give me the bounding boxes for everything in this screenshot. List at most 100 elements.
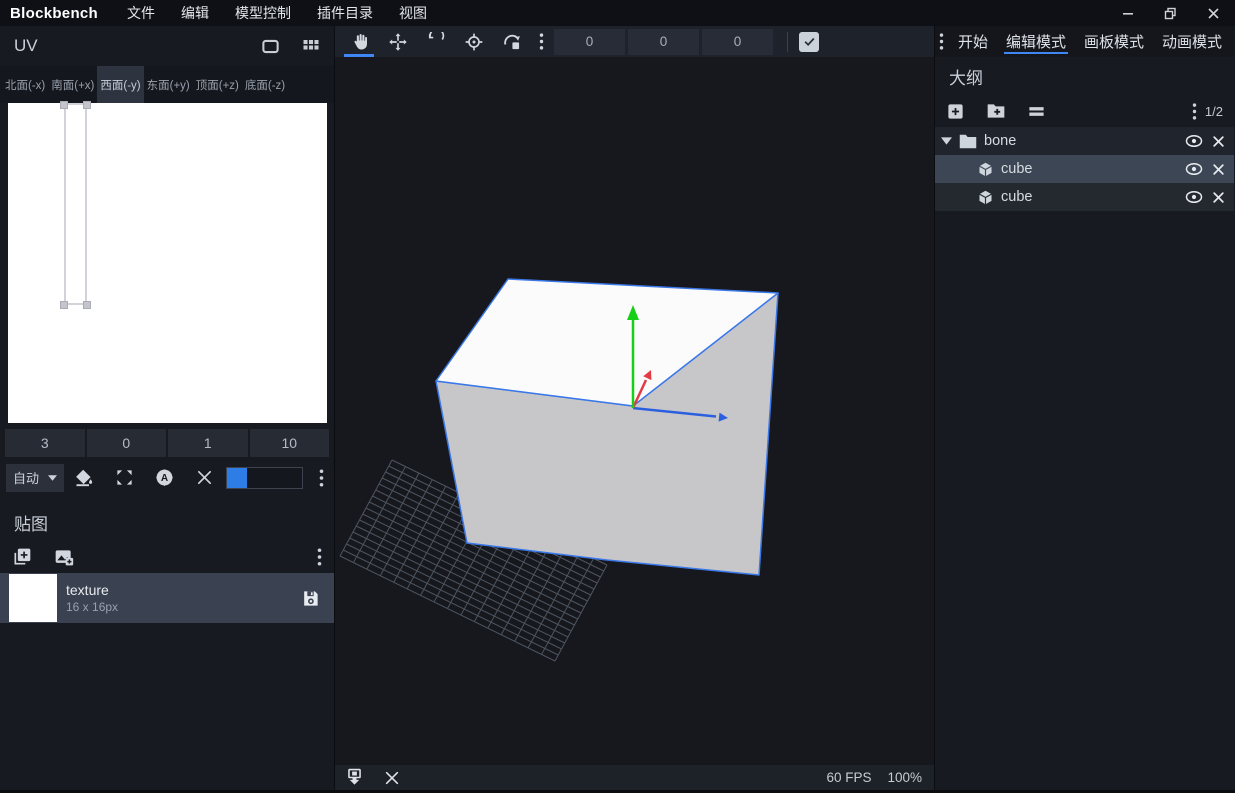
outliner-panel: 开始 编辑模式 画板模式 动画模式 大纲 1/2 (934, 26, 1234, 790)
uv-handle-bottom-left[interactable] (60, 301, 68, 309)
outliner-toolbar: 1/2 (935, 95, 1234, 127)
cube-name[interactable]: cube (1001, 189, 1032, 205)
slider-handle[interactable] (227, 468, 247, 488)
restore-icon (1164, 7, 1177, 20)
toolbar-separator (787, 32, 788, 52)
move-tool-button[interactable] (379, 26, 417, 57)
tab-face-west[interactable]: 西面(-y) (97, 66, 143, 103)
textures-toolbar (0, 540, 334, 573)
clear-uv-icon[interactable] (184, 469, 224, 486)
tab-face-north[interactable]: 北面(-x) (2, 66, 48, 103)
menu-edit[interactable]: 编辑 (168, 0, 222, 26)
tab-start[interactable]: 开始 (949, 26, 997, 57)
close-button[interactable] (1192, 0, 1235, 26)
tab-face-south[interactable]: 南面(+x) (48, 66, 97, 103)
mode-tab-bar: 开始 编辑模式 画板模式 动画模式 (935, 26, 1234, 57)
tab-face-up[interactable]: 顶面(+z) (193, 66, 242, 103)
menu-transform[interactable]: 模型控制 (222, 0, 304, 26)
tab-face-down[interactable]: 底面(-z) (242, 66, 288, 103)
outliner-row-cube-selected[interactable]: cube (935, 155, 1234, 183)
uv-texture-panel: UV 北面(-x) 南面(+x) 西面(-y) 东面(+y) 顶面(+z) 底面… (0, 26, 335, 790)
frame-icon[interactable] (261, 37, 280, 56)
add-group-icon[interactable] (986, 101, 1006, 121)
menu-file[interactable]: 文件 (114, 0, 168, 26)
auto-uv-icon[interactable]: A (144, 467, 184, 488)
minimize-button[interactable] (1106, 0, 1149, 26)
outliner-row-cube[interactable]: cube (935, 183, 1234, 211)
toolbar-menu-icon[interactable] (531, 26, 551, 57)
lock-x-icon[interactable] (1212, 163, 1225, 176)
texture-list-item[interactable]: texture 16 x 16px (0, 573, 334, 623)
uv-mode-dropdown[interactable]: 自动 (6, 464, 64, 492)
uv-editor-canvas[interactable] (8, 103, 327, 423)
3d-viewport[interactable] (335, 57, 934, 765)
visibility-eye-icon[interactable] (1185, 134, 1203, 148)
menu-view[interactable]: 视图 (386, 0, 440, 26)
tab-face-east[interactable]: 东面(+y) (144, 66, 193, 103)
toggle-checkbox[interactable] (799, 32, 819, 52)
visibility-eye-icon[interactable] (1185, 162, 1203, 176)
close-session-icon[interactable] (384, 770, 400, 786)
rotate-icon (426, 32, 446, 52)
rotate-tool-button[interactable] (417, 26, 455, 57)
save-texture-icon[interactable] (301, 589, 320, 608)
grid-view-icon[interactable] (302, 37, 320, 55)
rotate-square-icon (502, 32, 522, 52)
uv-handle-top-left[interactable] (60, 101, 68, 109)
visibility-eye-icon[interactable] (1185, 190, 1203, 204)
transform-space-button[interactable] (493, 26, 531, 57)
tab-animate-mode[interactable]: 动画模式 (1153, 26, 1231, 57)
lock-x-icon[interactable] (1212, 135, 1225, 148)
textures-menu-icon[interactable] (317, 548, 322, 566)
chevron-down-icon (48, 475, 57, 481)
hand-tool-button[interactable] (341, 26, 379, 57)
texture-name: texture (66, 582, 118, 598)
uv-y-field[interactable]: 0 (87, 429, 167, 457)
uv-x-field[interactable]: 3 (5, 429, 85, 457)
uv-mode-label: 自动 (13, 468, 39, 487)
paint-bucket-icon[interactable] (64, 468, 104, 488)
import-texture-icon[interactable] (54, 547, 74, 567)
cube-name[interactable]: cube (1001, 161, 1032, 177)
mode-tabs-menu-icon[interactable] (936, 33, 949, 50)
position-y-field[interactable]: 0 (628, 29, 699, 55)
uv-handle-bottom-right[interactable] (83, 301, 91, 309)
uv-face-tabs: 北面(-x) 南面(+x) 西面(-y) 东面(+y) 顶面(+z) 底面(-z… (0, 66, 334, 103)
uv-width-field[interactable]: 1 (168, 429, 248, 457)
close-icon (1208, 8, 1219, 19)
uv-toolbar-menu-icon[interactable] (319, 469, 328, 487)
texture-info: texture 16 x 16px (66, 582, 118, 614)
main-toolbar: 0 0 0 (335, 26, 934, 57)
viewport-statusbar: 60 FPS 100% (335, 765, 934, 790)
pivot-icon (464, 32, 484, 52)
tab-edit-mode[interactable]: 编辑模式 (997, 26, 1075, 57)
uv-handle-top-right[interactable] (83, 101, 91, 109)
menu-plugins[interactable]: 插件目录 (304, 0, 386, 26)
caret-down-icon[interactable] (941, 137, 952, 145)
position-z-field[interactable]: 0 (702, 29, 773, 55)
viewport-scene (335, 57, 934, 765)
texture-thumbnail[interactable] (9, 574, 57, 622)
fps-indicator: 60 FPS (826, 770, 871, 785)
tab-paint-mode[interactable]: 画板模式 (1075, 26, 1153, 57)
outliner-menu-icon[interactable] (1192, 103, 1197, 120)
window-controls (1106, 0, 1235, 26)
maximize-uv-icon[interactable] (104, 468, 144, 487)
outliner-row-bone[interactable]: bone (935, 127, 1234, 155)
textures-panel-header: 贴图 (0, 495, 334, 540)
status-metrics: 60 FPS 100% (826, 770, 924, 785)
screenshot-icon[interactable] (345, 768, 364, 787)
position-x-field[interactable]: 0 (554, 29, 625, 55)
uv-selection-box[interactable] (64, 103, 87, 305)
pivot-tool-button[interactable] (455, 26, 493, 57)
uv-height-field[interactable]: 10 (250, 429, 330, 457)
create-texture-icon[interactable] (12, 547, 32, 567)
restore-button[interactable] (1149, 0, 1192, 26)
outliner-pagination: 1/2 (1205, 104, 1223, 119)
lock-x-icon[interactable] (1212, 191, 1225, 204)
group-name[interactable]: bone (984, 133, 1016, 149)
sort-bars-icon[interactable] (1027, 102, 1046, 121)
uv-toolbar: 自动 A (0, 460, 334, 495)
add-cube-icon[interactable] (946, 102, 965, 121)
uv-opacity-slider[interactable] (226, 467, 303, 489)
